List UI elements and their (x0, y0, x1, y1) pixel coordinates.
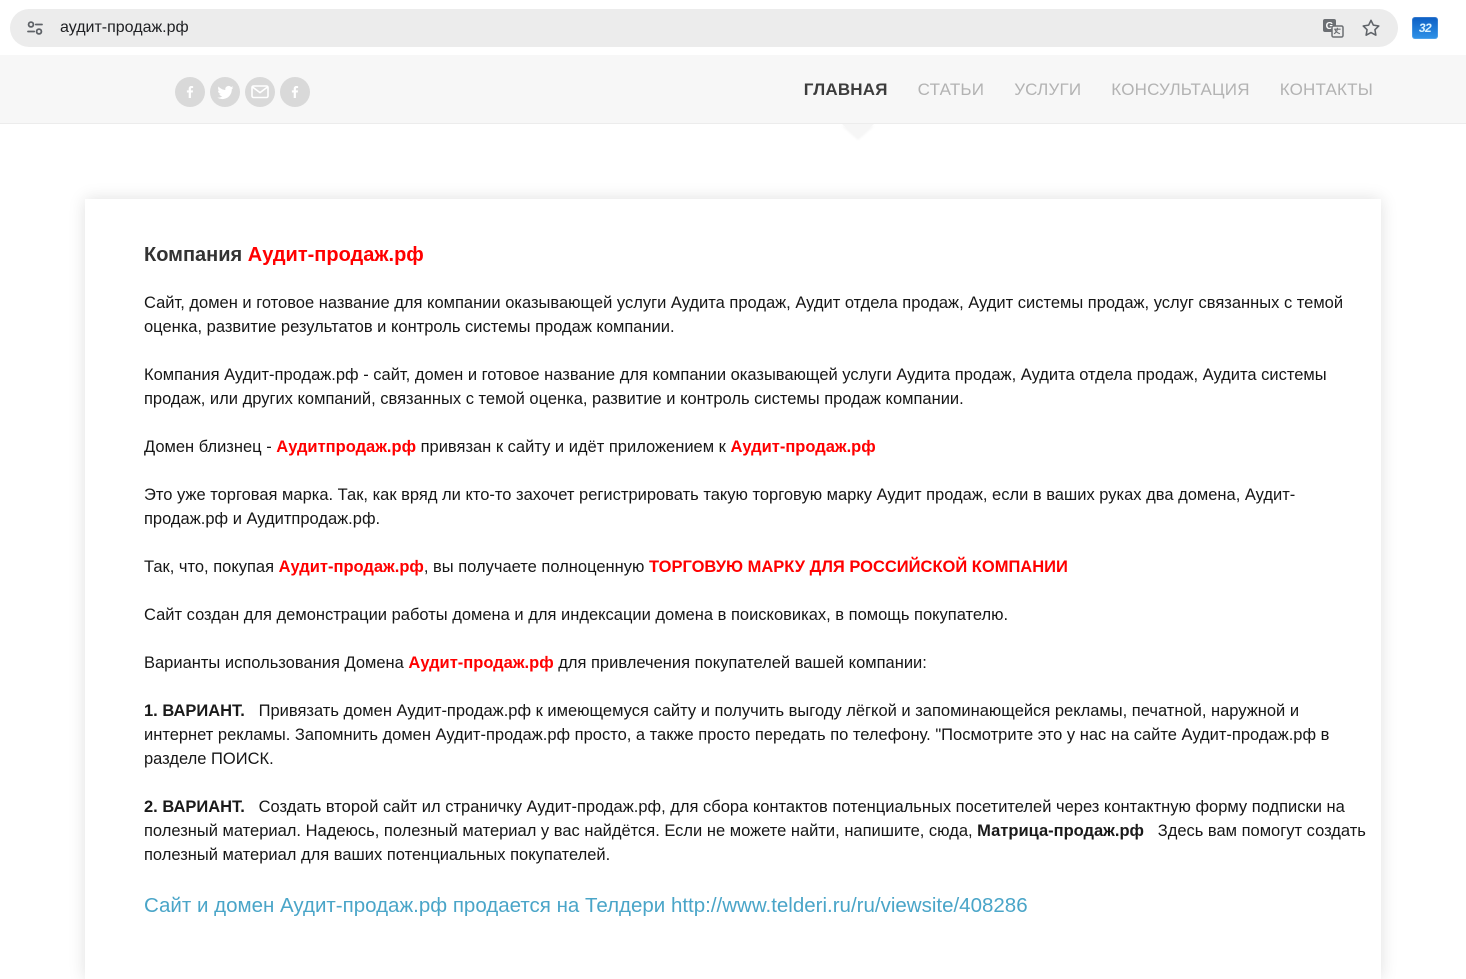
page-title: Компания Аудит-продаж.рф (144, 243, 1370, 267)
text-run: Компания Аудит-продаж.рф - сайт, домен и… (144, 366, 1327, 408)
text-run: Варианты использования Домена (144, 654, 409, 672)
paragraph: Домен близнец - Аудитпродаж.рф привязан … (144, 435, 1370, 459)
text-run: Матрица-продаж.рф (977, 822, 1144, 840)
text-run: 1. ВАРИАНТ. (144, 702, 245, 720)
paragraph: Это уже торговая марка. Так, как вряд ли… (144, 483, 1370, 531)
text-run: Аудит-продаж.рф (278, 558, 424, 576)
text-run: 2. ВАРИАНТ. (144, 798, 245, 816)
nav-item-контакты[interactable]: КОНТАКТЫ (1280, 80, 1373, 100)
text-run: Так, что, покупая (144, 558, 279, 576)
text-run: , вы получаете полноценную (423, 558, 649, 576)
text-run: Аудит-продаж.рф (730, 438, 876, 456)
paragraph: 1. ВАРИАНТ. Привязать домен Аудит-продаж… (144, 699, 1370, 771)
email-icon[interactable] (245, 77, 275, 107)
facebook-icon[interactable] (175, 77, 205, 107)
paragraph: 2. ВАРИАНТ. Создать второй сайт ил стран… (144, 795, 1370, 867)
paragraph: Сайт, домен и готовое название для компа… (144, 291, 1370, 339)
nav-item-статьи[interactable]: СТАТЬИ (918, 80, 985, 100)
content-container: Компания Аудит-продаж.рф Сайт, домен и г… (85, 199, 1381, 979)
paragraph: Компания Аудит-продаж.рф - сайт, домен и… (144, 363, 1370, 411)
twitter-icon[interactable] (210, 77, 240, 107)
text-run: Аудит-продаж.рф (408, 654, 554, 672)
nav-item-консультация[interactable]: КОНСУЛЬТАЦИЯ (1111, 80, 1249, 100)
paragraph: Варианты использования Домена Аудит-прод… (144, 651, 1370, 675)
url-text[interactable]: аудит-продаж.рф (60, 19, 1308, 37)
paragraph: Так, что, покупая Аудит-продаж.рф, вы по… (144, 555, 1370, 579)
address-bar[interactable]: аудит-продаж.рф G (10, 8, 1398, 47)
extension-32-icon[interactable]: 32 (1412, 16, 1438, 39)
text-run: Это уже торговая марка. Так, как вряд ли… (144, 486, 1296, 528)
facebook-icon[interactable] (280, 77, 310, 107)
site-settings-icon[interactable] (22, 15, 48, 41)
bookmark-star-icon[interactable] (1358, 15, 1384, 41)
nav-item-главная[interactable]: ГЛАВНАЯ (804, 80, 888, 100)
text-run: для привлечения покупателей вашей компан… (553, 654, 927, 672)
translate-icon[interactable]: G (1320, 15, 1346, 41)
text-run: ТОРГОВУЮ МАРКУ ДЛЯ РОССИЙСКОЙ КОМПАНИИ (648, 558, 1068, 576)
text-run: Аудит-продаж.рф (247, 244, 424, 266)
text-run: Домен близнец - (144, 438, 277, 456)
text-run: привязан к сайту и идёт приложением к (416, 438, 731, 456)
active-tab-caret (842, 124, 874, 138)
paragraph: Сайт создан для демонстрации работы доме… (144, 603, 1370, 627)
text-run: Компания (144, 244, 248, 266)
text-run: Привязать домен Аудит-продаж.рф к имеюще… (144, 702, 1330, 768)
site-header: ГЛАВНАЯ СТАТЬИ УСЛУГИ КОНСУЛЬТАЦИЯ КОНТАКТЫ (0, 55, 1466, 124)
main-nav: ГЛАВНАЯ СТАТЬИ УСЛУГИ КОНСУЛЬТАЦИЯ КОНТАКТЫ (804, 55, 1373, 124)
text-run: Сайт, домен и готовое название для компа… (144, 294, 1344, 336)
nav-item-услуги[interactable]: УСЛУГИ (1014, 80, 1081, 100)
browser-toolbar: аудит-продаж.рф G 32 (0, 0, 1466, 55)
article-body: Сайт, домен и готовое название для компа… (144, 291, 1370, 867)
social-icons (175, 77, 310, 107)
text-run: Сайт создан для демонстрации работы доме… (144, 606, 1009, 624)
telderi-link[interactable]: Сайт и домен Аудит-продаж.рф продается н… (144, 893, 1370, 919)
text-run: Аудитпродаж.рф (276, 438, 417, 456)
